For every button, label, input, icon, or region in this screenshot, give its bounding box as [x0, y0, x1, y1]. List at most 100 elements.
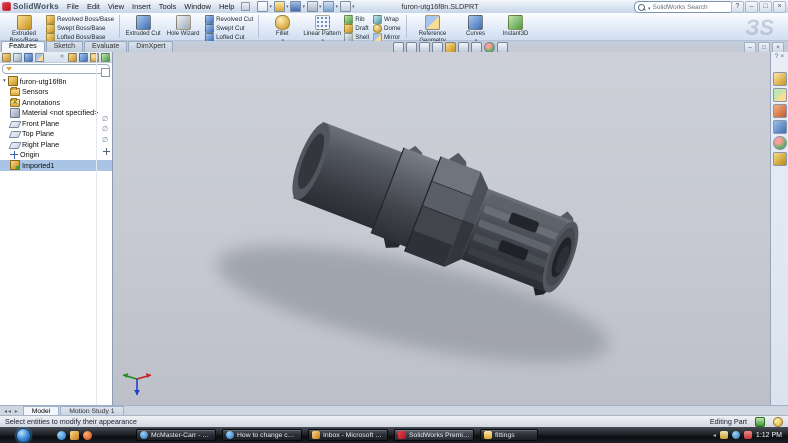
- menu-view[interactable]: View: [104, 0, 128, 13]
- search-scope-dropdown-icon[interactable]: [647, 3, 651, 12]
- taskbar-button-solidworks[interactable]: SolidWorks Premiu...: [394, 429, 474, 441]
- messenger-icon[interactable]: [70, 431, 79, 440]
- appearances-icon[interactable]: [773, 136, 787, 150]
- curves-button[interactable]: Curves: [456, 14, 496, 39]
- tab-evaluate[interactable]: Evaluate: [84, 41, 127, 52]
- hide-plane-icon[interactable]: [102, 137, 108, 145]
- tab-scroll-arrows-icon[interactable]: [0, 408, 23, 415]
- dome-button[interactable]: Dome: [373, 24, 401, 33]
- instant3d-button[interactable]: Instant3D: [496, 14, 536, 39]
- system-tray: 1:12 PM: [713, 431, 788, 439]
- feature-manager-panel: furon-utg16f8n Sensors Annotations Mater…: [0, 52, 113, 405]
- display-pane-checkbox[interactable]: [101, 68, 110, 77]
- help-button[interactable]: ?: [731, 1, 744, 13]
- hide-plane-icon[interactable]: [102, 116, 108, 124]
- hide-origin-icon[interactable]: [103, 148, 110, 155]
- linear-pattern-button[interactable]: Linear Pattern: [302, 14, 342, 39]
- restore-button[interactable]: □: [759, 1, 772, 13]
- reference-geometry-button[interactable]: Reference Geometry: [410, 14, 456, 39]
- tray-app-icon[interactable]: [720, 431, 728, 439]
- hole-wizard-icon: [176, 15, 191, 30]
- select-icon: [340, 1, 351, 12]
- menu-tools[interactable]: Tools: [155, 0, 181, 13]
- design-library-icon[interactable]: [773, 88, 787, 102]
- propertymanager-tab-icon[interactable]: [13, 53, 22, 62]
- task-pane-tabs: [771, 72, 788, 166]
- graphics-viewport[interactable]: [113, 52, 770, 405]
- swept-cut-button[interactable]: Swept Cut: [205, 24, 253, 33]
- curves-icon: [468, 15, 483, 30]
- rib-button[interactable]: Rib: [344, 15, 369, 24]
- search-icon: [638, 4, 645, 11]
- taskbar-clock[interactable]: 1:12 PM: [756, 432, 782, 439]
- open-icon: [274, 1, 285, 12]
- undo-button[interactable]: [323, 1, 338, 12]
- close-button[interactable]: ×: [773, 1, 786, 13]
- internet-explorer-icon: [226, 431, 234, 439]
- swept-boss-base-button[interactable]: Swept Boss/Base: [46, 24, 114, 33]
- menu-edit[interactable]: Edit: [83, 0, 104, 13]
- reference-triad: [119, 369, 155, 399]
- custom-properties-icon[interactable]: [773, 152, 787, 166]
- revolved-boss-base-button[interactable]: Revolved Boss/Base: [46, 15, 114, 24]
- cut-group: Extruded Cut Hole Wizard Revolved Cut Sw…: [121, 13, 257, 40]
- internet-explorer-icon[interactable]: [57, 431, 66, 440]
- featuremanager-tab-icon[interactable]: [2, 53, 11, 62]
- taskbar-button-how-to[interactable]: How to change colo...: [222, 429, 302, 441]
- open-button[interactable]: [274, 1, 289, 12]
- search-input[interactable]: SolidWorks Search: [634, 1, 734, 13]
- solidworks-window: SolidWorks File Edit View Insert Tools W…: [0, 0, 788, 443]
- dimxpertmanager-tab-icon[interactable]: [35, 53, 44, 62]
- taskbar-button-mcmaster[interactable]: McMaster-Carr - Te...: [136, 429, 216, 441]
- solidworks-logo-icon: [2, 2, 11, 11]
- task-pane-help-icon[interactable]: ?: [775, 53, 779, 60]
- menu-window[interactable]: Window: [180, 0, 215, 13]
- pin-menu-icon[interactable]: [241, 2, 250, 11]
- quick-tips-icon[interactable]: [755, 417, 765, 427]
- status-sphere-icon: [773, 417, 783, 427]
- taskbar-button-fittings[interactable]: fittings: [480, 429, 538, 441]
- network-icon[interactable]: [732, 431, 740, 439]
- minimize-button[interactable]: –: [745, 1, 758, 13]
- display-pane-option-icon-1[interactable]: [68, 53, 77, 62]
- chevron-down-icon[interactable]: [3, 78, 6, 84]
- rib-icon: [344, 15, 353, 24]
- revolved-cut-icon: [205, 15, 214, 24]
- volume-icon[interactable]: [744, 431, 752, 439]
- tree-filter-input[interactable]: [2, 64, 110, 74]
- taskbar-buttons: McMaster-Carr - Te... How to change colo…: [136, 429, 538, 441]
- tray-overflow-icon[interactable]: [713, 432, 716, 439]
- tab-sketch[interactable]: Sketch: [46, 41, 83, 52]
- menu-help[interactable]: Help: [215, 0, 238, 13]
- start-button[interactable]: [16, 428, 31, 443]
- search-tab-icon[interactable]: [773, 120, 787, 134]
- save-button[interactable]: [290, 1, 305, 12]
- select-button[interactable]: [340, 1, 355, 12]
- hide-plane-icon[interactable]: [102, 126, 108, 134]
- hole-wizard-button[interactable]: Hole Wizard: [163, 14, 203, 39]
- tab-features[interactable]: Features: [1, 41, 45, 52]
- file-explorer-icon[interactable]: [773, 104, 787, 118]
- configurationmanager-tab-icon[interactable]: [24, 53, 33, 62]
- task-pane: ? ×: [770, 52, 788, 405]
- new-document-button[interactable]: [257, 1, 272, 12]
- draft-button[interactable]: Draft: [344, 24, 369, 33]
- tab-dimxpert[interactable]: DimXpert: [128, 41, 173, 52]
- collapse-panel-icon[interactable]: [60, 53, 64, 61]
- fillet-button[interactable]: Fillet: [262, 14, 302, 39]
- solidworks-resources-icon[interactable]: [773, 72, 787, 86]
- wrap-button[interactable]: Wrap: [373, 15, 401, 24]
- menu-file[interactable]: File: [63, 0, 83, 13]
- taskbar-button-inbox[interactable]: Inbox - Microsoft O...: [308, 429, 388, 441]
- editing-mode-label: Editing Part: [710, 417, 747, 426]
- extruded-boss-base-button[interactable]: Extruded Boss/Base: [4, 14, 44, 39]
- internet-explorer-icon: [140, 431, 148, 439]
- task-pane-close-icon[interactable]: ×: [780, 53, 784, 60]
- display-pane-option-icon-2[interactable]: [79, 53, 88, 62]
- extruded-cut-button[interactable]: Extruded Cut: [123, 14, 163, 39]
- print-button[interactable]: [307, 1, 322, 12]
- firefox-icon[interactable]: [83, 431, 92, 440]
- menu-insert[interactable]: Insert: [128, 0, 155, 13]
- model-3d-fitting[interactable]: [168, 82, 728, 405]
- revolved-cut-button[interactable]: Revolved Cut: [205, 15, 253, 24]
